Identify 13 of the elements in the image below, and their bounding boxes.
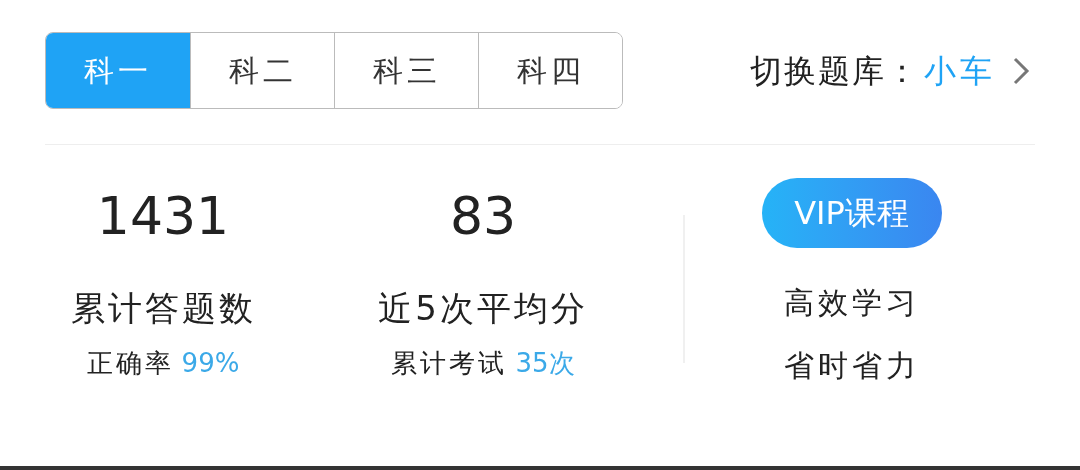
bank-switch-label: 切换题库：: [750, 50, 920, 92]
stat-number: 1431: [96, 185, 230, 248]
stat-sub-label: 累计考试: [391, 347, 508, 380]
stat-number: 83: [449, 185, 517, 248]
promo-text: 高效学习: [783, 284, 920, 322]
stat-label: 近5次平均分: [378, 287, 588, 330]
promo-text: 省时省力: [783, 347, 920, 385]
stat-sub-value: 99%: [181, 347, 240, 380]
stat-label: 累计答题数: [70, 287, 256, 330]
subject-tab[interactable]: 科四: [478, 33, 622, 108]
stat-sub-value: 35次: [515, 347, 575, 380]
stat-sub-label: 正确率: [86, 347, 174, 380]
chevron-right-icon[interactable]: [1012, 55, 1030, 86]
